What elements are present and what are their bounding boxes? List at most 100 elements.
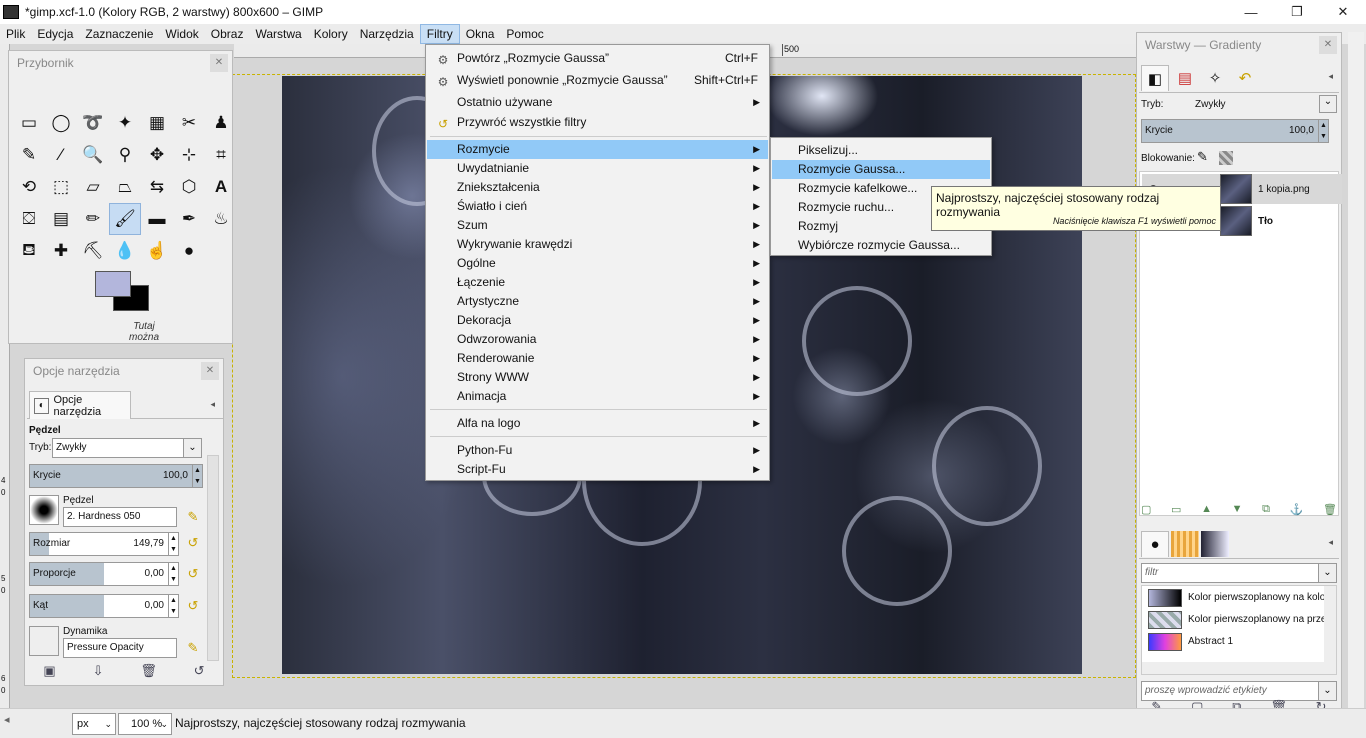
menu-item-render[interactable]: Renderowanie ▶ xyxy=(427,349,768,368)
menu-item-reset-all[interactable]: ↺ Przywróć wszystkie filtry xyxy=(427,113,768,132)
close-button[interactable]: ✕ xyxy=(1320,0,1366,24)
reset-icon[interactable]: ↺ xyxy=(185,566,201,582)
paintbrush-icon[interactable]: 🖌 xyxy=(109,203,141,235)
foreground-color[interactable] xyxy=(95,271,131,297)
new-layer-group-icon[interactable]: ▭ xyxy=(1171,503,1181,521)
text-icon[interactable]: A xyxy=(205,171,237,203)
menu-item-map[interactable]: Odwzorowania ▶ xyxy=(427,330,768,349)
edit-brush-icon[interactable]: ✎ xyxy=(185,509,201,525)
menu-item-python-fu[interactable]: Python-Fu ▶ xyxy=(427,441,768,460)
move-icon[interactable]: ✥ xyxy=(141,139,173,171)
options-scrollbar[interactable] xyxy=(207,455,219,661)
menu-filters[interactable]: Filtry xyxy=(419,24,460,44)
menu-item-reshow-filter[interactable]: ⚙ Wyświetl ponownie „Rozmycie Gaussa” Sh… xyxy=(427,71,768,90)
menu-item-pixelize[interactable]: Pikselizuj... xyxy=(772,141,990,160)
rotate-icon[interactable]: ⟲ xyxy=(13,171,45,203)
crop-icon[interactable]: ⌗ xyxy=(205,139,237,171)
mode-combo[interactable]: Zwykły ⌄ xyxy=(52,438,202,458)
menu-item-blur[interactable]: Rozmycie ▶ xyxy=(427,140,768,159)
spin-arrows-icon[interactable]: ▲ ▼ xyxy=(168,595,178,617)
menu-view[interactable]: Widok xyxy=(159,24,204,44)
size-slider[interactable]: Rozmiar 149,79 ▲ ▼ xyxy=(29,532,179,556)
gradient-item[interactable]: Kolor pierwszoplanowy na kolor tła (RGB) xyxy=(1148,588,1328,608)
raise-layer-icon[interactable]: ▲ xyxy=(1201,503,1212,521)
airbrush-icon[interactable]: ✒ xyxy=(173,203,205,235)
lock-pixels-icon[interactable]: ✎ xyxy=(1197,149,1208,165)
menu-select[interactable]: Zaznaczenie xyxy=(79,24,159,44)
layer-opacity-slider[interactable]: Krycie 100,0 ▲ ▼ xyxy=(1141,119,1329,143)
menu-item-light-shadow[interactable]: Światło i cień ▶ xyxy=(427,197,768,216)
menu-item-edge-detect[interactable]: Wykrywanie krawędzi ▶ xyxy=(427,235,768,254)
bucket-fill-icon[interactable]: ⛋ xyxy=(13,203,45,235)
menu-item-enhance[interactable]: Uwydatnianie ▶ xyxy=(427,159,768,178)
shear-icon[interactable]: ▱ xyxy=(77,171,109,203)
menu-image[interactable]: Obraz xyxy=(205,24,250,44)
dynamics-icon[interactable] xyxy=(29,626,59,656)
tab-tool-options[interactable]: ◐ Opcje narzędzia xyxy=(29,391,131,419)
angle-slider[interactable]: Kąt 0,00 ▲ ▼ xyxy=(29,594,179,618)
menu-item-alpha-to-logo[interactable]: Alfa na logo ▶ xyxy=(427,414,768,433)
zoom-icon[interactable]: 🔍 xyxy=(77,139,109,171)
spin-arrows-icon[interactable]: ▲ ▼ xyxy=(1318,120,1328,142)
menu-layer[interactable]: Warstwa xyxy=(249,24,307,44)
measure-icon[interactable]: ⚲ xyxy=(109,139,141,171)
menu-item-generic[interactable]: Ogólne ▶ xyxy=(427,254,768,273)
ink-icon[interactable]: ♨ xyxy=(205,203,237,235)
eraser-icon[interactable]: ▬ xyxy=(141,203,173,235)
edit-dynamics-icon[interactable]: ✎ xyxy=(185,640,201,656)
lock-alpha-icon[interactable] xyxy=(1219,151,1233,165)
menu-item-artistic[interactable]: Artystyczne ▶ xyxy=(427,292,768,311)
gradient-item[interactable]: Abstract 1 xyxy=(1148,632,1328,652)
new-layer-icon[interactable]: ▢ xyxy=(1141,503,1151,521)
menu-file[interactable]: Plik xyxy=(0,24,31,44)
tab-channels-icon[interactable]: ▤ xyxy=(1171,65,1199,91)
chevron-down-icon[interactable]: ⌄ xyxy=(1319,95,1337,113)
rect-select-icon[interactable]: ▭ xyxy=(13,107,45,139)
menu-item-distorts[interactable]: Zniekształcenia ▶ xyxy=(427,178,768,197)
close-icon[interactable]: ✕ xyxy=(201,362,219,380)
lower-layer-icon[interactable]: ▼ xyxy=(1232,503,1243,521)
reset-icon[interactable]: ↺ xyxy=(185,535,201,551)
tab-menu-icon[interactable]: ◂ xyxy=(1328,537,1333,548)
brush-name-field[interactable]: 2. Hardness 050 xyxy=(63,507,177,527)
filter-field[interactable]: filtr ⌄ xyxy=(1141,563,1337,583)
tab-menu-icon[interactable]: ◂ xyxy=(210,399,215,410)
perspective-icon[interactable]: ⏢ xyxy=(109,171,141,203)
restore-icon[interactable]: ⇩ xyxy=(93,663,104,679)
scale-icon[interactable]: ⬚ xyxy=(45,171,77,203)
heal-icon[interactable]: ✚ xyxy=(45,235,77,267)
menu-item-recent[interactable]: Ostatnio używane ▶ xyxy=(427,93,768,112)
scissors-icon[interactable]: ✂ xyxy=(173,107,205,139)
close-icon[interactable]: ✕ xyxy=(1319,36,1337,54)
menu-item-repeat-filter[interactable]: ⚙ Powtórz „Rozmycie Gaussa” Ctrl+F xyxy=(427,49,768,68)
reset-icon[interactable]: ↺ xyxy=(185,598,201,614)
zoom-select[interactable]: 100 % ⌄ xyxy=(118,713,172,735)
fg-bg-colors[interactable] xyxy=(95,271,151,315)
spin-arrows-icon[interactable]: ▲ ▼ xyxy=(168,563,178,585)
reset-icon[interactable]: ↺ xyxy=(194,663,205,679)
gradients-hscrollbar[interactable] xyxy=(1142,662,1326,674)
close-icon[interactable]: ✕ xyxy=(210,54,228,72)
foreground-select-icon[interactable]: ♟ xyxy=(205,107,237,139)
menu-item-noise[interactable]: Szum ▶ xyxy=(427,216,768,235)
gradients-scrollbar[interactable] xyxy=(1324,586,1336,674)
spin-arrows-icon[interactable]: ▲ ▼ xyxy=(192,465,202,487)
blur-sharpen-icon[interactable]: 💧 xyxy=(109,235,141,267)
tab-gradients-icon[interactable] xyxy=(1201,531,1229,557)
nav-arrow-icon[interactable]: ◂ xyxy=(4,713,10,726)
free-select-icon[interactable]: ➰ xyxy=(77,107,109,139)
color-picker-icon[interactable]: ⁄ xyxy=(45,139,77,171)
menu-item-selective-gaussian[interactable]: Wybiórcze rozmycie Gaussa... xyxy=(772,236,990,255)
dock-scrollbar[interactable] xyxy=(1348,32,1364,712)
menu-tools[interactable]: Narzędzia xyxy=(354,24,420,44)
clone-icon[interactable]: ⛾ xyxy=(13,235,45,267)
tab-brushes-icon[interactable]: ● xyxy=(1141,531,1169,557)
tab-paths-icon[interactable]: ✧ xyxy=(1201,65,1229,91)
menu-item-web[interactable]: Strony WWW ▶ xyxy=(427,368,768,387)
tab-patterns-icon[interactable] xyxy=(1171,531,1199,557)
cage-icon[interactable]: ⬡ xyxy=(173,171,205,203)
ellipse-select-icon[interactable]: ◯ xyxy=(45,107,77,139)
dodge-burn-icon[interactable]: ● xyxy=(173,235,205,267)
mode-value[interactable]: Zwykły xyxy=(1195,99,1226,110)
tab-layers-icon[interactable]: ◧ xyxy=(1141,65,1169,91)
